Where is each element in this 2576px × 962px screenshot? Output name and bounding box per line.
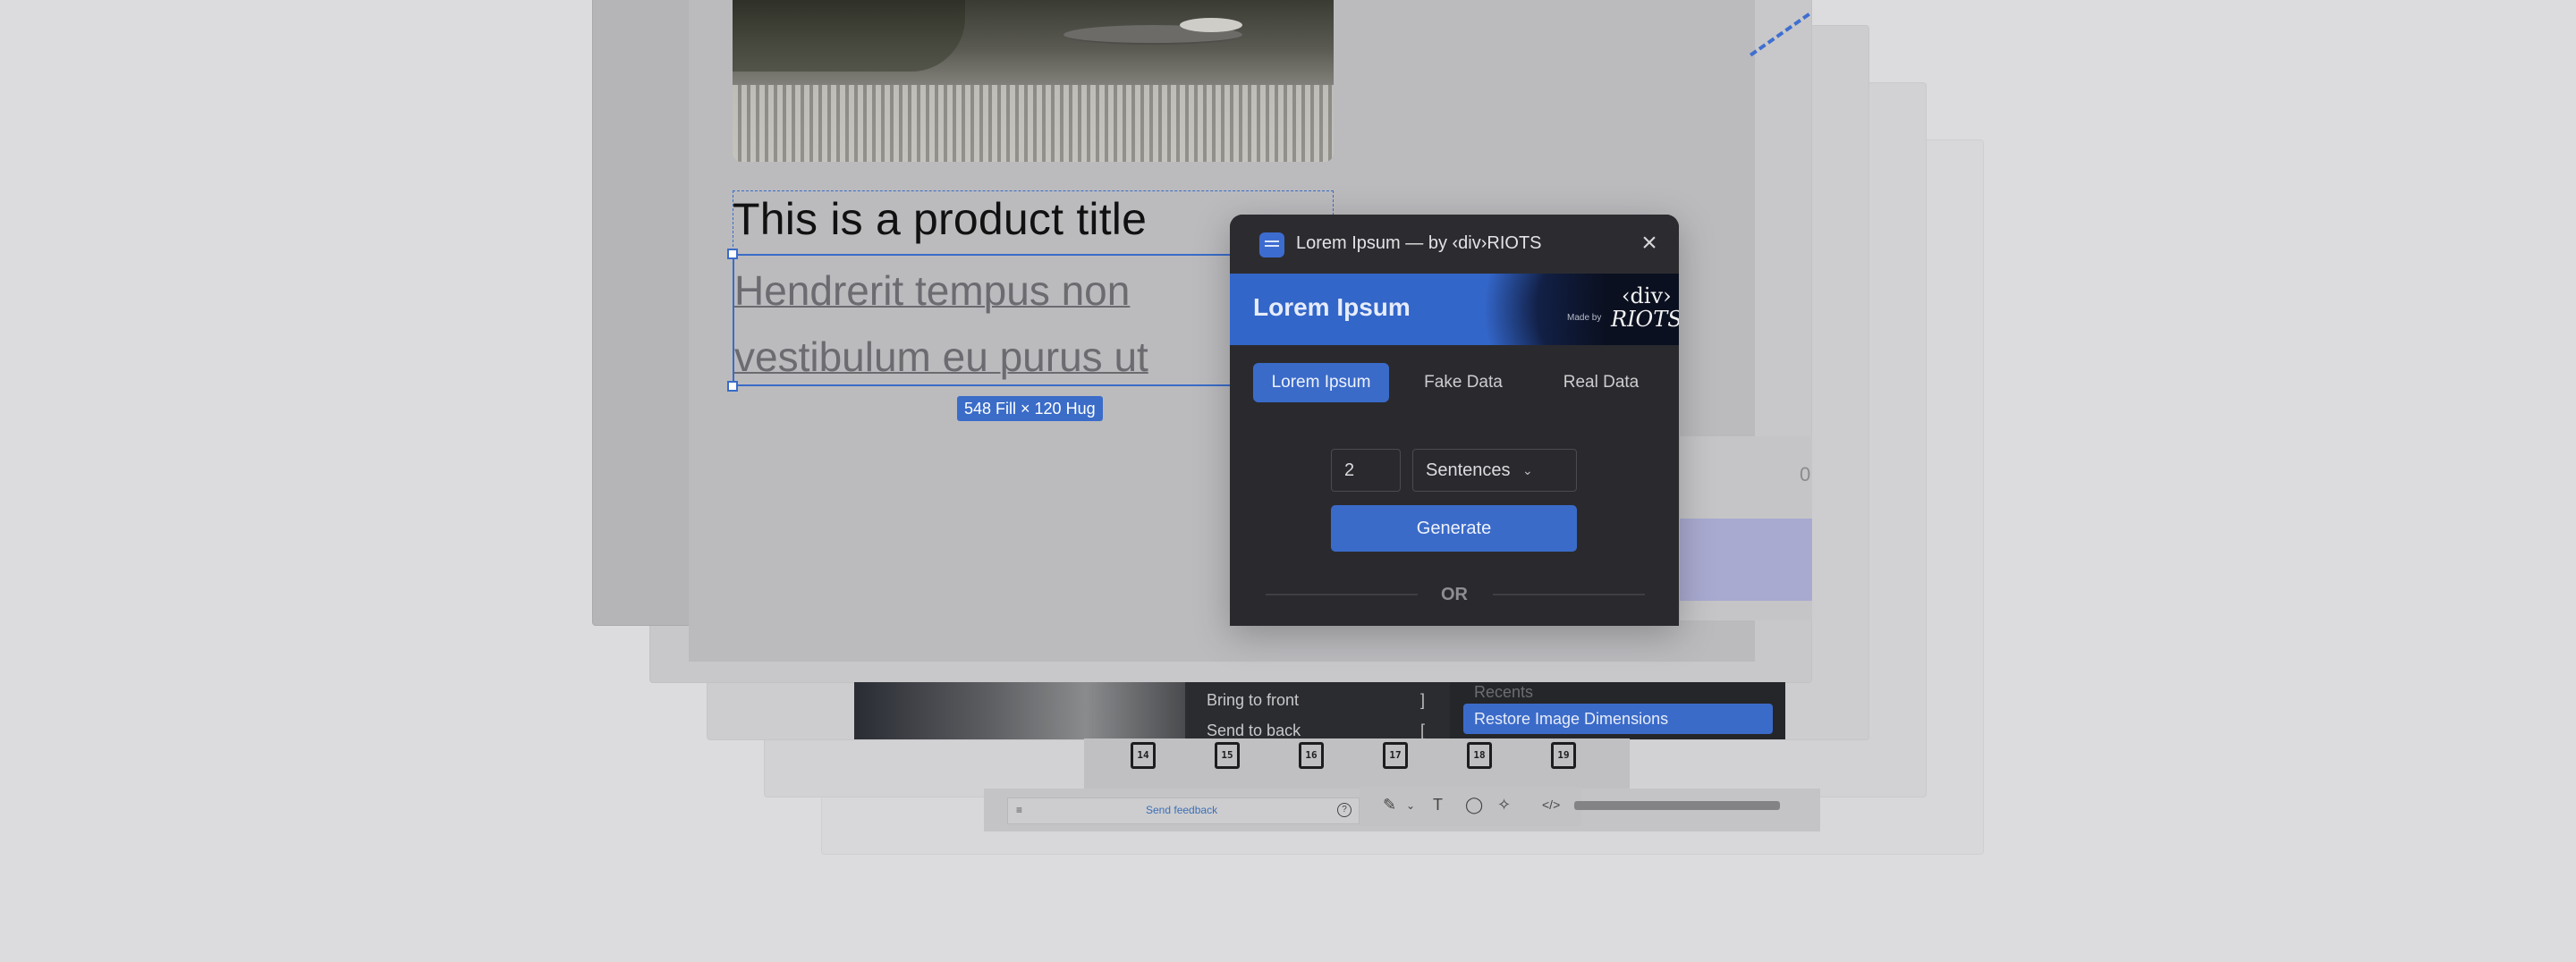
count-input[interactable]: 2	[1331, 449, 1401, 492]
generate-button[interactable]: Generate	[1331, 505, 1577, 552]
product-title-text[interactable]: This is a product title	[733, 193, 1147, 245]
partial-value-label: 0	[1800, 463, 1811, 485]
comment-tool-icon[interactable]: ◯	[1465, 796, 1483, 814]
divider	[1266, 594, 1418, 595]
chevron-down-icon: ⌄	[1522, 463, 1533, 477]
calendar-icon: 17	[1383, 742, 1408, 769]
divriots-logo: ‹div› RIOTS	[1611, 284, 1679, 331]
menu-item-restore-image-dimensions[interactable]: Restore Image Dimensions	[1463, 704, 1773, 734]
plugin-banner: Lorem Ipsum Made by ‹div› RIOTS	[1230, 274, 1679, 345]
calendar-icon: 15	[1215, 742, 1240, 769]
plugin-titlebar[interactable]: Lorem Ipsum — by ‹div›RIOTS ×	[1230, 215, 1679, 274]
lorem-line: Hendrerit tempus non	[734, 267, 1131, 314]
unit-select-value: Sentences	[1426, 460, 1511, 480]
plugin-logo-icon	[1259, 232, 1284, 257]
divider	[1493, 594, 1645, 595]
menu-shortcut-send-to-back: [	[1419, 722, 1425, 739]
menu-icon[interactable]: ≡	[1016, 804, 1022, 816]
bowl-shape	[1180, 18, 1242, 32]
calendar-icon: 14	[1131, 742, 1156, 769]
calendar-icon-row: 14 15 16 17 18 19	[1084, 738, 1630, 794]
help-icon[interactable]: ?	[1337, 803, 1352, 817]
size-badge: 548 Fill × 120 Hug	[957, 396, 1103, 421]
calendar-icon: 19	[1551, 742, 1576, 769]
lorem-line: vestibulum eu purus ut	[734, 333, 1148, 380]
code-tool-icon[interactable]: </>	[1542, 797, 1560, 812]
close-icon[interactable]: ×	[1638, 230, 1661, 257]
menu-item-send-to-back[interactable]: Send to back	[1207, 722, 1301, 740]
highlight-bar	[1680, 519, 1812, 601]
plugins-menu: Recents Restore Image Dimensions	[1450, 682, 1785, 739]
draw-toolbar: ✎ ⌄ T ◯ ✧ </>	[1360, 787, 1581, 826]
banner-made-by: Made by	[1567, 313, 1602, 323]
rug-shape	[733, 85, 1334, 162]
menu-shortcut-bring-to-front: ]	[1419, 691, 1425, 709]
tab-fake-data[interactable]: Fake Data	[1398, 363, 1529, 402]
plugin-tabs: Lorem Ipsum Fake Data Real Data	[1230, 345, 1679, 420]
context-menu: Bring to front ] Send to back [	[1185, 682, 1450, 739]
device-bar	[1574, 801, 1780, 810]
chevron-down-icon[interactable]: ⌄	[1406, 799, 1415, 812]
or-label: OR	[1441, 585, 1468, 604]
pen-tool-icon[interactable]: ✎	[1383, 796, 1396, 814]
device-preview	[1574, 797, 1780, 817]
calendar-icon: 16	[1299, 742, 1324, 769]
feedback-bar: ≡ Send feedback ?	[1007, 797, 1360, 824]
sofa-shape	[733, 0, 965, 72]
logo-line: RIOTS	[1611, 307, 1679, 332]
logo-line: ‹div›	[1621, 283, 1672, 308]
plugin-title: Lorem Ipsum — by ‹div›RIOTS	[1296, 233, 1542, 253]
tab-lorem-ipsum[interactable]: Lorem Ipsum	[1253, 363, 1389, 402]
banner-title: Lorem Ipsum	[1253, 293, 1411, 321]
send-feedback-link[interactable]: Send feedback	[1146, 804, 1217, 816]
lorem-ipsum-plugin-window: Lorem Ipsum — by ‹div›RIOTS × Lorem Ipsu…	[1230, 215, 1679, 626]
hidden-image-preview	[854, 682, 1185, 739]
lorem-text-block[interactable]: Hendrerit tempus non vestibulum eu purus…	[734, 257, 1235, 390]
actions-tool-icon[interactable]: ✧	[1497, 796, 1511, 814]
product-image[interactable]	[733, 0, 1334, 162]
recents-label: Recents	[1474, 683, 1534, 701]
unit-select[interactable]: Sentences ⌄	[1412, 449, 1577, 492]
tab-real-data[interactable]: Real Data	[1534, 363, 1668, 402]
menu-item-bring-to-front[interactable]: Bring to front	[1207, 691, 1299, 710]
calendar-icon: 18	[1467, 742, 1492, 769]
text-tool-icon[interactable]: T	[1433, 796, 1443, 814]
